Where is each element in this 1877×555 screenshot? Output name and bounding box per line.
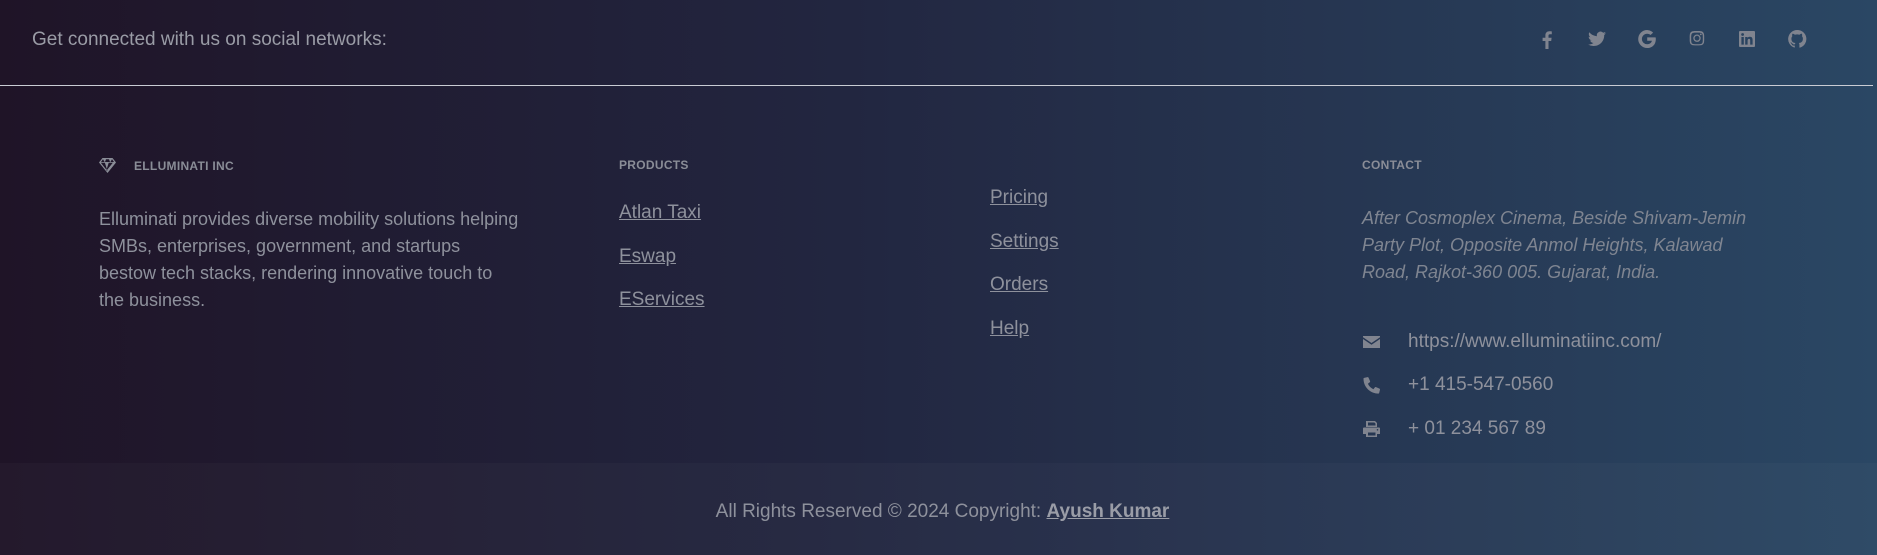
- contact-website: https://www.elluminatiinc.com/: [1408, 330, 1662, 352]
- copyright-bar: All Rights Reserved © 2024 Copyright: Ay…: [0, 463, 1877, 555]
- copyright-text: All Rights Reserved © 2024 Copyright: Ay…: [0, 501, 1877, 523]
- product-link-atlan-taxi[interactable]: Atlan Taxi: [619, 202, 705, 246]
- link-help[interactable]: Help: [990, 318, 1059, 362]
- contact-fax: + 01 234 567 89: [1408, 417, 1546, 439]
- company-heading: ELLUMINATI INC: [99, 158, 519, 173]
- contact-heading: CONTACT: [1362, 158, 1422, 172]
- twitter-icon[interactable]: [1586, 28, 1608, 50]
- instagram-icon[interactable]: [1686, 28, 1708, 50]
- link-pricing[interactable]: Pricing: [990, 187, 1059, 231]
- google-icon[interactable]: [1636, 28, 1658, 50]
- contact-address: After Cosmoplex Cinema, Beside Shivam-Je…: [1362, 208, 1747, 282]
- product-link-eservices[interactable]: EServices: [619, 289, 705, 333]
- footer-main: ELLUMINATI INC Elluminati provides diver…: [0, 87, 1877, 463]
- linkedin-icon[interactable]: [1736, 28, 1758, 50]
- contact-website-row: https://www.elluminatiinc.com/: [1362, 320, 1772, 364]
- contact-phone-row: +1 415-547-0560: [1362, 364, 1772, 408]
- gem-icon: [99, 158, 116, 173]
- printer-icon: [1362, 420, 1408, 438]
- social-bar: Get connected with us on social networks…: [0, 0, 1873, 86]
- social-connect-text: Get connected with us on social networks…: [32, 29, 387, 50]
- phone-icon: [1362, 376, 1408, 394]
- link-settings[interactable]: Settings: [990, 231, 1059, 275]
- contact-fax-row: + 01 234 567 89: [1362, 407, 1772, 451]
- link-orders[interactable]: Orders: [990, 274, 1059, 318]
- contact-phone: +1 415-547-0560: [1408, 374, 1554, 396]
- company-column: ELLUMINATI INC Elluminati provides diver…: [99, 158, 519, 314]
- company-description: Elluminati provides diverse mobility sol…: [99, 209, 519, 310]
- github-icon[interactable]: [1786, 28, 1808, 50]
- product-link-eswap[interactable]: Eswap: [619, 246, 705, 290]
- social-icons: [1536, 28, 1836, 50]
- products-heading: PRODUCTS: [619, 158, 689, 172]
- envelope-icon: [1362, 333, 1408, 351]
- copyright-label: All Rights Reserved © 2024 Copyright:: [715, 501, 1047, 522]
- author-link[interactable]: Ayush Kumar: [1047, 501, 1170, 522]
- company-name: ELLUMINATI INC: [134, 158, 234, 173]
- contact-column: CONTACT After Cosmoplex Cinema, Beside S…: [1362, 158, 1772, 451]
- products-column: PRODUCTS Atlan Taxi Eswap EServices: [619, 158, 705, 333]
- facebook-icon[interactable]: [1536, 28, 1558, 50]
- useful-links-column: Pricing Settings Orders Help: [990, 187, 1059, 361]
